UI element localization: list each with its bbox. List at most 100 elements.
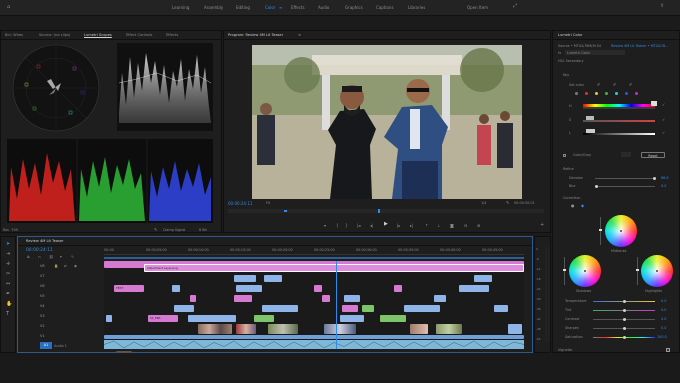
program-fit-select[interactable]: Fit [266, 201, 270, 205]
one-wheel-icon[interactable]: ● [571, 203, 575, 208]
saturation-knob[interactable] [623, 335, 626, 339]
clip-v7-a[interactable] [234, 275, 256, 282]
track-label-v1[interactable]: V1 [40, 334, 44, 338]
tint-value[interactable]: 0.0 [661, 308, 666, 312]
settings-wrench-icon[interactable]: ✎ [506, 200, 509, 205]
clip-v2-g[interactable] [508, 324, 522, 334]
midtones-luma-slider[interactable] [600, 217, 601, 245]
go-to-out-icon[interactable]: ▸| [410, 223, 413, 228]
timeline-zoom-scrollbar[interactable] [116, 351, 132, 353]
denoise-knob[interactable] [653, 176, 656, 180]
saturation-value[interactable]: 100.0 [657, 335, 667, 339]
clip-v6-b[interactable] [236, 285, 262, 292]
clip-v4-f[interactable] [494, 305, 508, 312]
clip-v6-e[interactable] [459, 285, 489, 292]
clip-v5-c[interactable] [322, 295, 330, 302]
clip-v1-base[interactable] [104, 335, 524, 339]
export-frame-icon[interactable]: ◙ [450, 223, 454, 228]
workspace-tab-editing[interactable]: Editing [236, 5, 250, 10]
tab-bin[interactable]: Bin: Wires [5, 33, 23, 37]
workspace-tab-graphics[interactable]: Graphics [345, 5, 363, 10]
clip-v2-thumb-f[interactable] [436, 324, 462, 334]
shadows-wheel-puck[interactable] [584, 270, 586, 272]
tint-knob[interactable] [623, 308, 626, 312]
work-area-bar[interactable] [104, 257, 524, 259]
refine-section-label[interactable]: Refine [563, 167, 574, 171]
clip-v2-thumb-d[interactable] [324, 324, 356, 334]
denoise-slider[interactable] [595, 178, 655, 179]
clip-v5-b[interactable] [234, 295, 252, 302]
expand-icon[interactable]: ⤢ [513, 4, 517, 9]
linked-selection-icon[interactable]: ⛓ [49, 255, 54, 260]
highlights-wheel-puck[interactable] [656, 270, 658, 272]
program-timecode[interactable]: 00:00:24:11 [228, 201, 252, 206]
program-menu-icon[interactable]: ≡ [298, 33, 301, 37]
program-video-frame[interactable] [252, 45, 522, 199]
blur-knob[interactable] [595, 184, 598, 188]
timeline-settings-icon[interactable]: ✎ [71, 255, 74, 260]
eye-icon[interactable]: ◉ [74, 264, 77, 269]
title-clip[interactable]: TEXT [114, 285, 144, 292]
step-forward-icon[interactable]: |▸ [397, 223, 400, 228]
hand-tool-icon[interactable]: ✋ [6, 301, 12, 307]
temperature-value[interactable]: 0.0 [661, 299, 666, 303]
shadows-luma-knob[interactable] [563, 269, 566, 271]
share-icon[interactable]: ⇪ [660, 4, 664, 9]
snap-icon[interactable]: ∩ [38, 255, 41, 260]
clip-v5-d[interactable] [344, 295, 360, 302]
go-to-in-icon[interactable]: } [345, 223, 348, 228]
timeline-sequence-tab[interactable]: Review 4M Lit Teaser [26, 239, 64, 243]
track-label-v8[interactable]: V8 [40, 264, 44, 268]
clip-v3-b[interactable]: S1_ERA [148, 315, 178, 322]
audio-clip-a1[interactable] [104, 340, 524, 349]
bit-depth-label[interactable]: 8 Bit [199, 228, 207, 232]
workspace-tab-assembly[interactable]: Assembly [204, 5, 223, 10]
clip-v4-c[interactable] [342, 305, 358, 312]
play-icon[interactable]: ▶ [384, 222, 388, 227]
clip-v2-thumb-e[interactable] [410, 324, 428, 334]
scopes-colorspace[interactable]: Rec. 709 [3, 228, 18, 232]
program-resolution[interactable]: 1/4 [481, 201, 486, 205]
mark-in-icon[interactable]: ▾ [324, 223, 326, 228]
color-gray-dropdown[interactable] [621, 152, 631, 157]
mark-out-icon[interactable]: { [336, 223, 339, 228]
clip-v2-thumb-b[interactable] [236, 324, 256, 334]
lumetri-title[interactable]: Lumetri Color [558, 33, 582, 37]
program-playhead[interactable] [378, 209, 380, 213]
adjustment-layer-clip[interactable]: Adjustment Layer.png [144, 264, 524, 272]
denoise-value[interactable]: 88.6 [661, 176, 669, 180]
sharpen-knob[interactable] [623, 326, 626, 330]
workspace-tab-captions[interactable]: Captions [376, 5, 394, 10]
lightness-range-slider[interactable] [583, 133, 655, 135]
effect-dropdown[interactable]: Lumetri Color [565, 50, 625, 55]
saturation-range-slider[interactable] [583, 120, 655, 122]
preset-green-dot[interactable] [605, 92, 608, 95]
clip-v4-a[interactable] [174, 305, 194, 312]
sync-lock-icon[interactable]: ⇄ [64, 264, 67, 269]
tab-lumetri-scopes[interactable]: Lumetri Scopes [84, 33, 112, 37]
clip-v4-e[interactable] [404, 305, 440, 312]
highlights-luma-knob[interactable] [636, 269, 639, 271]
add-button-icon[interactable]: + [540, 223, 544, 228]
workspace-menu-icon[interactable]: ≡ [279, 5, 282, 10]
preset-red-dot[interactable] [585, 92, 588, 95]
open-item-label[interactable]: Open Item [467, 5, 488, 10]
color-gray-label[interactable]: Color/Gray [573, 153, 591, 157]
hsl-secondary-header[interactable]: HSL Secondary [558, 59, 584, 63]
reset-button[interactable]: Reset [641, 152, 665, 158]
track-select-tool-icon[interactable]: ⇥ [6, 251, 10, 257]
extract-icon[interactable]: ⇣ [437, 223, 440, 228]
clip-v2-thumb-c[interactable] [268, 324, 298, 334]
wrench-icon[interactable]: ✎ [154, 227, 157, 232]
temperature-knob[interactable] [623, 299, 626, 303]
clip-v3-c[interactable] [188, 315, 236, 322]
pen-tool-icon[interactable]: ✒ [6, 291, 10, 297]
preset-magenta-dot[interactable] [635, 92, 638, 95]
correction-section-label[interactable]: Correction [563, 196, 581, 200]
add-marker-icon[interactable]: ▾ [60, 255, 62, 260]
blur-slider[interactable] [595, 186, 655, 187]
shadows-luma-slider[interactable] [564, 257, 565, 285]
tab-source[interactable]: Source: (no clips) [39, 33, 70, 37]
workspace-tab-libraries[interactable]: Libraries [408, 5, 425, 10]
key-section-label[interactable]: Key [563, 73, 569, 77]
